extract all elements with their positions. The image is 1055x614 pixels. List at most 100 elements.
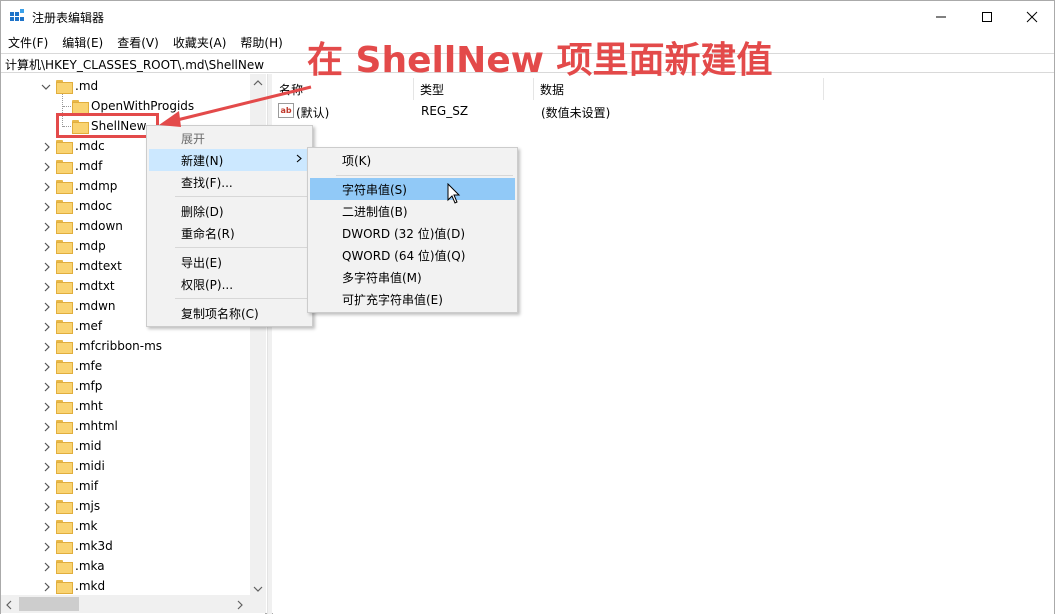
chevron-right-icon[interactable] xyxy=(42,401,52,412)
chevron-right-icon[interactable] xyxy=(42,421,52,432)
annotation-arrow-icon xyxy=(159,85,312,127)
tree-horizontal-scrollbar[interactable] xyxy=(1,595,266,613)
menu-item-dword-value[interactable]: DWORD (32 位)值(D) xyxy=(310,222,515,244)
menu-view[interactable]: 查看(V) xyxy=(110,32,166,52)
menu-item-multi-string-value[interactable]: 多字符串值(M) xyxy=(310,266,515,288)
menu-file[interactable]: 文件(F) xyxy=(1,32,55,52)
tree-item-label: .midi xyxy=(75,459,105,473)
chevron-right-icon[interactable] xyxy=(42,561,52,572)
tree-item[interactable]: .mht xyxy=(56,396,103,416)
chevron-right-icon[interactable] xyxy=(42,381,52,392)
tree-item[interactable]: .mdmp xyxy=(56,176,117,196)
menu-item-expandable-string-value[interactable]: 可扩充字符串值(E) xyxy=(310,288,515,310)
title-bar: 注册表编辑器 xyxy=(1,1,1054,32)
tree-item[interactable]: .mdoc xyxy=(56,196,112,216)
chevron-right-icon[interactable] xyxy=(42,181,52,192)
tree-item-label: .mdmp xyxy=(75,179,118,193)
tree-item-md[interactable]: .md xyxy=(56,76,98,96)
tree-item[interactable]: .mid xyxy=(56,436,101,456)
chevron-right-icon[interactable] xyxy=(42,521,52,532)
tree-item[interactable]: .mk xyxy=(56,516,97,536)
chevron-right-icon[interactable] xyxy=(42,141,52,152)
menu-help[interactable]: 帮助(H) xyxy=(233,32,289,52)
annotation-text: 在 ShellNew 项里面新建值 xyxy=(307,40,773,81)
folder-icon xyxy=(56,280,73,294)
menu-item-rename[interactable]: 重命名(R) xyxy=(149,222,310,244)
close-button[interactable] xyxy=(1009,1,1055,32)
scroll-down-icon[interactable] xyxy=(253,582,263,596)
menu-item-permissions[interactable]: 权限(P)... xyxy=(149,273,310,295)
minimize-button[interactable] xyxy=(918,1,964,32)
scroll-thumb[interactable] xyxy=(19,597,79,611)
tree-item[interactable]: .mk3d xyxy=(56,536,113,556)
menu-item-new-key[interactable]: 项(K) xyxy=(310,149,515,171)
chevron-right-icon[interactable] xyxy=(42,481,52,492)
tree-item[interactable]: .mfp xyxy=(56,376,102,396)
tree-item[interactable]: .mdwn xyxy=(56,296,116,316)
menu-item-delete[interactable]: 删除(D) xyxy=(149,200,310,222)
tree-item[interactable]: .mif xyxy=(56,476,98,496)
chevron-right-icon[interactable] xyxy=(42,441,52,452)
chevron-right-icon[interactable] xyxy=(42,161,52,172)
tree-item-label: .mef xyxy=(75,319,103,333)
chevron-right-icon[interactable] xyxy=(42,461,52,472)
tree-item-label: .mfcribbon-ms xyxy=(75,339,163,353)
tree-item-label: .mjs xyxy=(75,499,101,513)
chevron-right-icon[interactable] xyxy=(42,341,52,352)
folder-icon xyxy=(56,180,73,194)
tree-item[interactable]: .mdp xyxy=(56,236,106,256)
menu-item-find[interactable]: 查找(F)... xyxy=(149,171,310,193)
tree-item[interactable]: .mka xyxy=(56,556,105,576)
folder-icon xyxy=(56,320,73,334)
tree-item[interactable]: .mdf xyxy=(56,156,102,176)
menu-favorites[interactable]: 收藏夹(A) xyxy=(166,32,234,52)
scroll-left-icon[interactable] xyxy=(5,599,13,613)
tree-item-label: .mfe xyxy=(75,359,103,373)
tree-item[interactable]: .mdown xyxy=(56,216,123,236)
tree-item[interactable]: .mjs xyxy=(56,496,100,516)
menu-item-copy-key-name[interactable]: 复制项名称(C) xyxy=(149,302,310,324)
menu-item-new[interactable]: 新建(N) xyxy=(149,149,310,171)
tree-item[interactable]: .mdc xyxy=(56,136,105,156)
tree-item[interactable]: .mhtml xyxy=(56,416,118,436)
tree-item-label: .mkd xyxy=(75,579,106,593)
tree-item[interactable]: .mfcribbon-ms xyxy=(56,336,162,356)
menu-item-qword-value[interactable]: QWORD (64 位)值(Q) xyxy=(310,244,515,266)
chevron-right-icon[interactable] xyxy=(42,361,52,372)
chevron-right-icon[interactable] xyxy=(42,301,52,312)
tree-item-label: .mhtml xyxy=(75,419,118,433)
tree-item[interactable]: .midi xyxy=(56,456,105,476)
tree-item-label: .mfp xyxy=(75,379,103,393)
folder-icon xyxy=(56,480,73,494)
chevron-right-icon[interactable] xyxy=(42,281,52,292)
folder-icon xyxy=(56,420,73,434)
menu-edit[interactable]: 编辑(E) xyxy=(55,32,110,52)
menu-item-export[interactable]: 导出(E) xyxy=(149,251,310,273)
tree-item[interactable]: .mkd xyxy=(56,576,105,596)
chevron-right-icon[interactable] xyxy=(42,261,52,272)
tree-item[interactable]: .mdtxt xyxy=(56,276,115,296)
folder-icon xyxy=(56,580,73,594)
tree-item[interactable]: .mef xyxy=(56,316,102,336)
chevron-right-icon[interactable] xyxy=(42,581,52,592)
menu-item-binary-value[interactable]: 二进制值(B) xyxy=(310,200,515,222)
chevron-right-icon[interactable] xyxy=(42,321,52,332)
chevron-right-icon[interactable] xyxy=(42,541,52,552)
tree-item-label: .mk3d xyxy=(75,539,113,553)
tree-item[interactable]: .mfe xyxy=(56,356,102,376)
folder-icon xyxy=(56,460,73,474)
chevron-right-icon[interactable] xyxy=(42,201,52,212)
chevron-down-icon[interactable] xyxy=(41,81,51,91)
folder-icon xyxy=(72,100,89,114)
tree-item[interactable]: .mdtext xyxy=(56,256,122,276)
folder-icon xyxy=(56,260,73,274)
folder-icon xyxy=(56,80,73,94)
chevron-right-icon[interactable] xyxy=(42,221,52,232)
menu-item-string-value[interactable]: 字符串值(S) xyxy=(310,178,515,200)
tree-item-label: .mdwn xyxy=(75,299,116,313)
folder-icon xyxy=(56,400,73,414)
scroll-right-icon[interactable] xyxy=(236,599,244,613)
chevron-right-icon[interactable] xyxy=(42,501,52,512)
maximize-button[interactable] xyxy=(964,1,1010,32)
chevron-right-icon[interactable] xyxy=(42,241,52,252)
